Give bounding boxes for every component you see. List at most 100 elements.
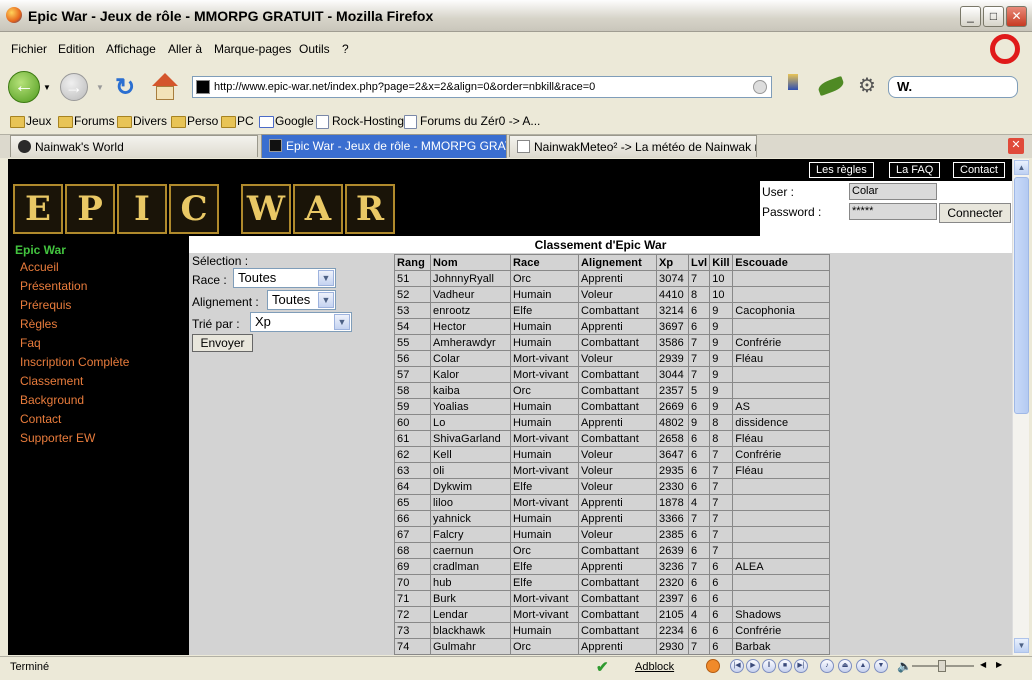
cell-nom[interactable]: Lo bbox=[430, 414, 511, 431]
status-arrow-right-icon[interactable]: ▶ bbox=[996, 660, 1002, 669]
cell-nom[interactable]: ShivaGarland bbox=[430, 430, 511, 447]
media-up-icon[interactable]: ▲ bbox=[856, 659, 870, 673]
tab-epic-war[interactable]: Epic War - Jeux de rôle - MMORPG GRATUIT bbox=[261, 134, 507, 158]
bookmark-folder-forums[interactable]: Forums bbox=[58, 114, 115, 128]
menu-file[interactable]: Fichier bbox=[11, 42, 47, 56]
cell-nom[interactable]: Amherawdyr bbox=[430, 334, 511, 351]
volume-slider[interactable] bbox=[912, 660, 974, 672]
menu-edit[interactable]: Edition bbox=[58, 42, 95, 56]
user-input[interactable]: Colar bbox=[849, 183, 937, 200]
extension-icon[interactable] bbox=[780, 74, 806, 102]
media-eject-icon[interactable]: ⏏ bbox=[838, 659, 852, 673]
media-stop-icon[interactable]: ■ bbox=[778, 659, 792, 673]
media-down-icon[interactable]: ▼ bbox=[874, 659, 888, 673]
cell-nom[interactable]: Lendar bbox=[430, 606, 511, 623]
cell-nom[interactable]: Dykwim bbox=[430, 478, 511, 495]
media-pause-icon[interactable]: ‖ bbox=[762, 659, 776, 673]
search-engine-box[interactable]: W. bbox=[888, 76, 1018, 98]
bookmark-folder-divers[interactable]: Divers bbox=[117, 114, 167, 128]
cell-nom[interactable]: Kalor bbox=[430, 366, 511, 383]
cell-nom[interactable]: enrootz bbox=[430, 302, 511, 319]
tab-nainwaks-world[interactable]: Nainwak's World bbox=[10, 135, 258, 157]
gear-icon[interactable]: ⚙ bbox=[856, 75, 878, 97]
menu-go[interactable]: Aller à bbox=[168, 42, 202, 56]
opera-icon[interactable] bbox=[990, 34, 1020, 64]
cell-nom[interactable]: Vadheur bbox=[430, 286, 511, 303]
cell-nom[interactable]: Falcry bbox=[430, 526, 511, 543]
connect-button[interactable]: Connecter bbox=[939, 203, 1011, 223]
bookmark-folder-pc[interactable]: PC bbox=[221, 114, 254, 128]
scroll-down-icon[interactable]: ▼ bbox=[1014, 638, 1029, 653]
media-play-icon[interactable]: ▶ bbox=[746, 659, 760, 673]
sidebar-item-inscription[interactable]: Inscription Complète bbox=[20, 355, 129, 369]
close-tab-icon[interactable]: ✕ bbox=[1008, 138, 1024, 154]
sort-select[interactable]: Xp ▼ bbox=[250, 312, 352, 332]
volume-icon[interactable]: 🔈 bbox=[897, 659, 912, 673]
cell-nom[interactable]: Burk bbox=[430, 590, 511, 607]
submit-button[interactable]: Envoyer bbox=[192, 334, 253, 352]
home-icon[interactable] bbox=[150, 73, 180, 101]
cell-nom[interactable]: hub bbox=[430, 574, 511, 591]
status-arrow-left-icon[interactable]: ◀ bbox=[980, 660, 986, 669]
bookmark-rock-hosting[interactable]: Rock-Hosting bbox=[316, 114, 404, 129]
rss-icon[interactable] bbox=[753, 80, 767, 94]
media-note-icon[interactable]: ♪ bbox=[820, 659, 834, 673]
password-input[interactable]: ***** bbox=[849, 203, 937, 220]
adblock-link[interactable]: Adblock bbox=[635, 661, 674, 673]
back-arrow-icon[interactable]: ← bbox=[8, 71, 40, 103]
tab-nainwak-meteo[interactable]: NainwakMeteo² -> La météo de Nainwak re.… bbox=[509, 135, 757, 157]
cell-nom[interactable]: blackhawk bbox=[430, 622, 511, 639]
bookmark-folder-perso[interactable]: Perso bbox=[171, 114, 218, 128]
reload-icon[interactable]: ↻ bbox=[111, 75, 139, 101]
cell-nom[interactable]: Yoalias bbox=[430, 398, 511, 415]
cell-nom[interactable]: caernun bbox=[430, 542, 511, 559]
menu-tools[interactable]: Outils bbox=[299, 42, 330, 56]
cell-nom[interactable]: liloo bbox=[430, 494, 511, 511]
cell-nom[interactable]: Hector bbox=[430, 318, 511, 335]
link-faq[interactable]: La FAQ bbox=[889, 162, 941, 178]
maximize-button[interactable]: □ bbox=[983, 6, 1004, 27]
cell-nom[interactable]: kaiba bbox=[430, 382, 511, 399]
back-dropdown-icon[interactable]: ▼ bbox=[43, 83, 51, 92]
media-player-icon[interactable] bbox=[706, 659, 720, 673]
epic-war-logo[interactable]: E P I C W A R bbox=[13, 184, 397, 236]
sidebar-item-classement[interactable]: Classement bbox=[20, 374, 83, 388]
sidebar-item-contact[interactable]: Contact bbox=[20, 412, 61, 426]
sidebar-item-prerequis[interactable]: Prérequis bbox=[20, 298, 71, 312]
sidebar-item-background[interactable]: Background bbox=[20, 393, 84, 407]
bookmark-folder-jeux[interactable]: Jeux bbox=[10, 114, 51, 128]
cell-nom[interactable]: JohnnyRyall bbox=[430, 270, 511, 287]
sidebar-item-regles[interactable]: Règles bbox=[20, 317, 57, 331]
cell-nom[interactable]: cradlman bbox=[430, 558, 511, 575]
sidebar-item-faq[interactable]: Faq bbox=[20, 336, 41, 350]
race-select[interactable]: Toutes ▼ bbox=[233, 268, 336, 288]
minimize-button[interactable]: _ bbox=[960, 6, 981, 27]
cell-race: Elfe bbox=[510, 574, 579, 591]
cell-nom[interactable]: oli bbox=[430, 462, 511, 479]
menu-view[interactable]: Affichage bbox=[106, 42, 156, 56]
forward-dropdown-icon[interactable]: ▼ bbox=[96, 83, 104, 92]
sidebar-item-presentation[interactable]: Présentation bbox=[20, 279, 87, 293]
cell-nom[interactable]: yahnick bbox=[430, 510, 511, 527]
cell-nom[interactable]: Gulmahr bbox=[430, 638, 511, 655]
menu-help[interactable]: ? bbox=[342, 42, 349, 56]
media-prev-icon[interactable]: |◀ bbox=[730, 659, 744, 673]
sidebar-item-accueil[interactable]: Accueil bbox=[20, 260, 59, 274]
bookmark-google[interactable]: Google bbox=[259, 114, 314, 128]
volume-slider-handle[interactable] bbox=[938, 660, 946, 672]
cell-nom[interactable]: Colar bbox=[430, 350, 511, 367]
link-rules[interactable]: Les règles bbox=[809, 162, 874, 178]
cell-nom[interactable]: Kell bbox=[430, 446, 511, 463]
sidebar-item-supporter[interactable]: Supporter EW bbox=[20, 431, 95, 445]
vertical-scrollbar[interactable]: ▲ ▼ bbox=[1012, 159, 1029, 655]
bookmark-forums-zero[interactable]: Forums du Zér0 -> A... bbox=[404, 114, 540, 129]
scrollbar-thumb[interactable] bbox=[1014, 177, 1029, 414]
link-contact[interactable]: Contact bbox=[953, 162, 1005, 178]
scroll-up-icon[interactable]: ▲ bbox=[1014, 160, 1029, 175]
media-next-icon[interactable]: ▶| bbox=[794, 659, 808, 673]
alignment-select[interactable]: Toutes ▼ bbox=[267, 290, 336, 310]
close-window-button[interactable]: ✕ bbox=[1006, 6, 1027, 27]
forward-arrow-icon[interactable]: → bbox=[60, 73, 88, 101]
menu-bookmarks[interactable]: Marque-pages bbox=[214, 42, 291, 56]
url-bar[interactable]: http://www.epic-war.net/index.php?page=2… bbox=[192, 76, 772, 98]
